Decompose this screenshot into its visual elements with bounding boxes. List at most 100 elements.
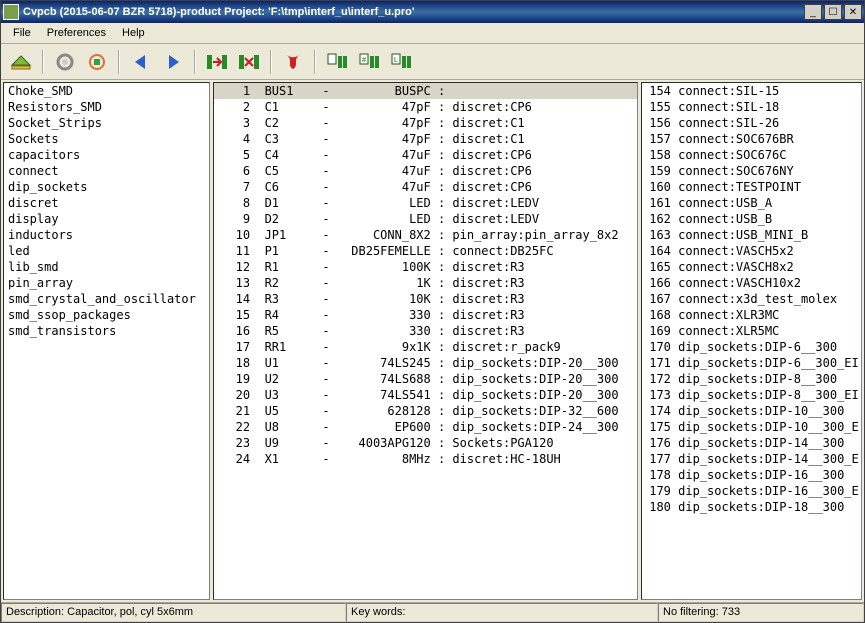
component-row[interactable]: 20 U3 - 74LS541 : dip_sockets:DIP-20__30… (214, 387, 637, 403)
save-icon (10, 51, 32, 73)
library-item[interactable]: led (4, 243, 209, 259)
config-button[interactable] (51, 48, 79, 76)
component-row[interactable]: 11 P1 - DB25FEMELLE : connect:DB25FC (214, 243, 637, 259)
library-item[interactable]: smd_ssop_packages (4, 307, 209, 323)
maximize-button[interactable]: ☐ (824, 4, 842, 20)
footprint-item[interactable]: 157 connect:SOC676BR (642, 131, 861, 147)
library-item[interactable]: Choke_SMD (4, 83, 209, 99)
component-row[interactable]: 24 X1 - 8MHz : discret:HC-18UH (214, 451, 637, 467)
auto-associate-button[interactable] (203, 48, 231, 76)
library-item[interactable]: lib_smd (4, 259, 209, 275)
filter-pincount-icon: # (358, 52, 380, 72)
component-list[interactable]: 1 BUS1 - BUSPC : 2 C1 - 47pF : discret:C… (214, 83, 637, 582)
arrow-right-icon (163, 52, 183, 72)
component-row[interactable]: 23 U9 - 4003APG120 : Sockets:PGA120 (214, 435, 637, 451)
filter-library-button[interactable]: L (387, 48, 415, 76)
component-row[interactable]: 7 C6 - 47uF : discret:CP6 (214, 179, 637, 195)
library-item[interactable]: Sockets (4, 131, 209, 147)
component-row[interactable]: 22 U8 - EP600 : dip_sockets:DIP-24__300 (214, 419, 637, 435)
footprint-item[interactable]: 164 connect:VASCH5x2 (642, 243, 861, 259)
filter-keyword-button[interactable] (323, 48, 351, 76)
footprint-item[interactable]: 176 dip_sockets:DIP-14__300 (642, 435, 861, 451)
menu-preferences[interactable]: Preferences (39, 25, 114, 41)
footprint-item[interactable]: 165 connect:VASCH8x2 (642, 259, 861, 275)
footprint-item[interactable]: 167 connect:x3d_test_molex (642, 291, 861, 307)
library-list[interactable]: Choke_SMDResistors_SMDSocket_StripsSocke… (4, 83, 209, 582)
footprint-item[interactable]: 174 dip_sockets:DIP-10__300 (642, 403, 861, 419)
footprint-item[interactable]: 158 connect:SOC676C (642, 147, 861, 163)
component-row[interactable]: 12 R1 - 100K : discret:R3 (214, 259, 637, 275)
component-row[interactable]: 8 D1 - LED : discret:LEDV (214, 195, 637, 211)
status-filter: No filtering: 733 (658, 603, 864, 622)
component-row[interactable]: 5 C4 - 47uF : discret:CP6 (214, 147, 637, 163)
delete-associations-button[interactable] (235, 48, 263, 76)
filter-pincount-button[interactable]: # (355, 48, 383, 76)
library-item[interactable]: discret (4, 195, 209, 211)
footprint-item[interactable]: 172 dip_sockets:DIP-8__300 (642, 371, 861, 387)
minimize-button[interactable]: _ (804, 4, 822, 20)
footprint-item[interactable]: 171 dip_sockets:DIP-6__300_EI (642, 355, 861, 371)
library-item[interactable]: dip_sockets (4, 179, 209, 195)
component-row[interactable]: 4 C3 - 47pF : discret:C1 (214, 131, 637, 147)
component-row[interactable]: 3 C2 - 47pF : discret:C1 (214, 115, 637, 131)
component-pane: 1 BUS1 - BUSPC : 2 C1 - 47pF : discret:C… (213, 82, 638, 600)
view-footprint-button[interactable] (83, 48, 111, 76)
footprint-list[interactable]: 154 connect:SIL-15 155 connect:SIL-18 15… (642, 83, 861, 582)
component-row[interactable]: 1 BUS1 - BUSPC : (214, 83, 637, 99)
component-hscroll[interactable] (214, 582, 637, 599)
footprint-item[interactable]: 163 connect:USB_MINI_B (642, 227, 861, 243)
footprint-item[interactable]: 156 connect:SIL-26 (642, 115, 861, 131)
component-row[interactable]: 13 R2 - 1K : discret:R3 (214, 275, 637, 291)
component-row[interactable]: 14 R3 - 10K : discret:R3 (214, 291, 637, 307)
footprint-item[interactable]: 170 dip_sockets:DIP-6__300 (642, 339, 861, 355)
gear-icon (55, 52, 75, 72)
pdf-doc-button[interactable] (279, 48, 307, 76)
footprint-item[interactable]: 159 connect:SOC676NY (642, 163, 861, 179)
library-item[interactable]: display (4, 211, 209, 227)
library-hscroll[interactable] (4, 582, 209, 599)
component-row[interactable]: 16 R5 - 330 : discret:R3 (214, 323, 637, 339)
component-row[interactable]: 15 R4 - 330 : discret:R3 (214, 307, 637, 323)
library-item[interactable]: smd_transistors (4, 323, 209, 339)
library-item[interactable]: inductors (4, 227, 209, 243)
component-row[interactable]: 19 U2 - 74LS688 : dip_sockets:DIP-20__30… (214, 371, 637, 387)
menu-help[interactable]: Help (114, 25, 153, 41)
delete-assoc-icon (238, 52, 260, 72)
footprint-item[interactable]: 179 dip_sockets:DIP-16__300_E (642, 483, 861, 499)
footprint-item[interactable]: 173 dip_sockets:DIP-8__300_EI (642, 387, 861, 403)
footprint-hscroll[interactable] (642, 582, 861, 599)
footprint-item[interactable]: 154 connect:SIL-15 (642, 83, 861, 99)
footprint-item[interactable]: 160 connect:TESTPOINT (642, 179, 861, 195)
toolbar: # L (1, 44, 864, 80)
svg-text:L: L (394, 57, 398, 64)
component-row[interactable]: 18 U1 - 74LS245 : dip_sockets:DIP-20__30… (214, 355, 637, 371)
footprint-item[interactable]: 162 connect:USB_B (642, 211, 861, 227)
library-item[interactable]: capacitors (4, 147, 209, 163)
menu-file[interactable]: File (5, 25, 39, 41)
library-item[interactable]: pin_array (4, 275, 209, 291)
footprint-item[interactable]: 161 connect:USB_A (642, 195, 861, 211)
library-item[interactable]: smd_crystal_and_oscillator (4, 291, 209, 307)
component-row[interactable]: 17 RR1 - 9x1K : discret:r_pack9 (214, 339, 637, 355)
footprint-item[interactable]: 180 dip_sockets:DIP-18__300 (642, 499, 861, 515)
prev-button[interactable] (127, 48, 155, 76)
component-row[interactable]: 9 D2 - LED : discret:LEDV (214, 211, 637, 227)
close-button[interactable]: ✕ (844, 4, 862, 20)
library-item[interactable]: Socket_Strips (4, 115, 209, 131)
pdf-icon (283, 52, 303, 72)
component-row[interactable]: 6 C5 - 47uF : discret:CP6 (214, 163, 637, 179)
component-row[interactable]: 2 C1 - 47pF : discret:CP6 (214, 99, 637, 115)
footprint-item[interactable]: 178 dip_sockets:DIP-16__300 (642, 467, 861, 483)
footprint-item[interactable]: 166 connect:VASCH10x2 (642, 275, 861, 291)
footprint-item[interactable]: 177 dip_sockets:DIP-14__300_E (642, 451, 861, 467)
library-item[interactable]: connect (4, 163, 209, 179)
footprint-item[interactable]: 175 dip_sockets:DIP-10__300_E (642, 419, 861, 435)
library-item[interactable]: Resistors_SMD (4, 99, 209, 115)
save-button[interactable] (7, 48, 35, 76)
next-button[interactable] (159, 48, 187, 76)
footprint-item[interactable]: 169 connect:XLR5MC (642, 323, 861, 339)
component-row[interactable]: 10 JP1 - CONN_8X2 : pin_array:pin_array_… (214, 227, 637, 243)
footprint-item[interactable]: 155 connect:SIL-18 (642, 99, 861, 115)
component-row[interactable]: 21 U5 - 628128 : dip_sockets:DIP-32__600 (214, 403, 637, 419)
footprint-item[interactable]: 168 connect:XLR3MC (642, 307, 861, 323)
